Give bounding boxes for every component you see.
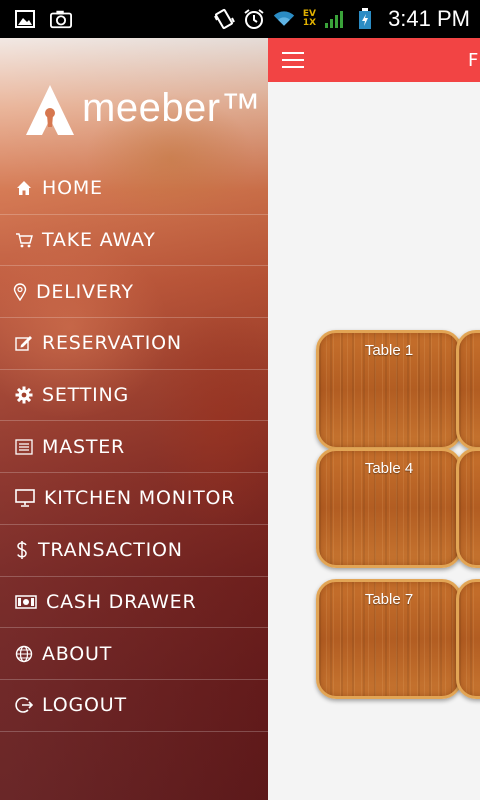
camera-icon bbox=[50, 9, 72, 29]
menu-item-master[interactable]: MASTER bbox=[0, 421, 268, 474]
table-label: Table 4 bbox=[364, 460, 414, 477]
meeber-logo-icon bbox=[26, 85, 74, 135]
vibrate-icon bbox=[213, 8, 235, 30]
dollar-icon bbox=[14, 540, 30, 560]
table-card-8[interactable] bbox=[456, 579, 480, 699]
table-card-4[interactable]: Table 4 bbox=[316, 448, 462, 568]
table-card-1[interactable]: Table 1 bbox=[316, 330, 462, 450]
wifi-icon bbox=[273, 9, 295, 29]
menu-item-label: TRANSACTION bbox=[38, 539, 183, 562]
table-card-2[interactable] bbox=[456, 330, 480, 450]
cart-icon bbox=[14, 230, 34, 250]
table-label: Table 1 bbox=[364, 342, 414, 359]
home-icon bbox=[14, 178, 34, 198]
edit-icon bbox=[14, 333, 34, 353]
menu-item-cash-drawer[interactable]: CASH DRAWER bbox=[0, 577, 268, 629]
status-bar: EV 1X 3:41 PM bbox=[0, 0, 480, 38]
menu-item-home[interactable]: HOME bbox=[0, 163, 268, 215]
menu-item-label: SETTING bbox=[42, 384, 130, 407]
menu-item-about[interactable]: ABOUT bbox=[0, 628, 268, 680]
menu-item-label: ABOUT bbox=[42, 642, 113, 665]
menu-item-label: DELIVERY bbox=[36, 280, 134, 303]
gear-icon bbox=[14, 385, 34, 405]
drawer-menu: HOME TAKE AWAY DELIVERY RESERVATION SETT… bbox=[0, 163, 268, 732]
menu-item-label: LOGOUT bbox=[42, 694, 127, 717]
table-layout-area: Table 1 Table 4 Table 7 bbox=[268, 82, 480, 800]
battery-charging-icon bbox=[354, 8, 376, 29]
menu-item-transaction[interactable]: TRANSACTION bbox=[0, 525, 268, 577]
brand-logo: meeber™ bbox=[24, 82, 261, 138]
monitor-icon bbox=[14, 488, 36, 508]
globe-icon bbox=[14, 644, 34, 664]
clock-time: 3:41 PM bbox=[388, 6, 470, 31]
location-pin-icon bbox=[12, 282, 28, 302]
menu-item-take-away[interactable]: TAKE AWAY bbox=[0, 215, 268, 267]
alarm-icon bbox=[243, 9, 265, 29]
menu-item-label: TAKE AWAY bbox=[42, 229, 156, 252]
menu-item-reservation[interactable]: RESERVATION bbox=[0, 318, 268, 370]
hamburger-menu-icon[interactable] bbox=[282, 52, 304, 68]
app-bar: F bbox=[268, 38, 480, 82]
logout-icon bbox=[14, 695, 34, 715]
menu-item-label: MASTER bbox=[42, 435, 126, 458]
menu-item-delivery[interactable]: DELIVERY bbox=[0, 266, 268, 319]
network-type-label: EV 1X bbox=[302, 9, 317, 28]
table-card-7[interactable]: Table 7 bbox=[316, 579, 462, 699]
menu-item-label: CASH DRAWER bbox=[46, 590, 197, 613]
brand-name: meeber™ bbox=[82, 85, 262, 130]
navigation-drawer: meeber™ HOME TAKE AWAY DELIVERY RESERVAT… bbox=[0, 38, 268, 800]
menu-item-label: RESERVATION bbox=[42, 332, 182, 355]
menu-item-label: HOME bbox=[42, 177, 103, 200]
signal-strength-icon bbox=[324, 9, 346, 29]
cash-icon bbox=[14, 592, 38, 612]
menu-item-label: KITCHEN MONITOR bbox=[44, 487, 236, 510]
table-card-5[interactable] bbox=[456, 448, 480, 568]
table-label: Table 7 bbox=[364, 591, 414, 608]
menu-item-kitchen-monitor[interactable]: KITCHEN MONITOR bbox=[0, 473, 268, 525]
menu-item-setting[interactable]: SETTING bbox=[0, 370, 268, 422]
menu-item-logout[interactable]: LOGOUT bbox=[0, 680, 268, 732]
app-title: F bbox=[468, 49, 479, 71]
list-icon bbox=[14, 437, 34, 457]
gallery-icon bbox=[14, 9, 36, 29]
